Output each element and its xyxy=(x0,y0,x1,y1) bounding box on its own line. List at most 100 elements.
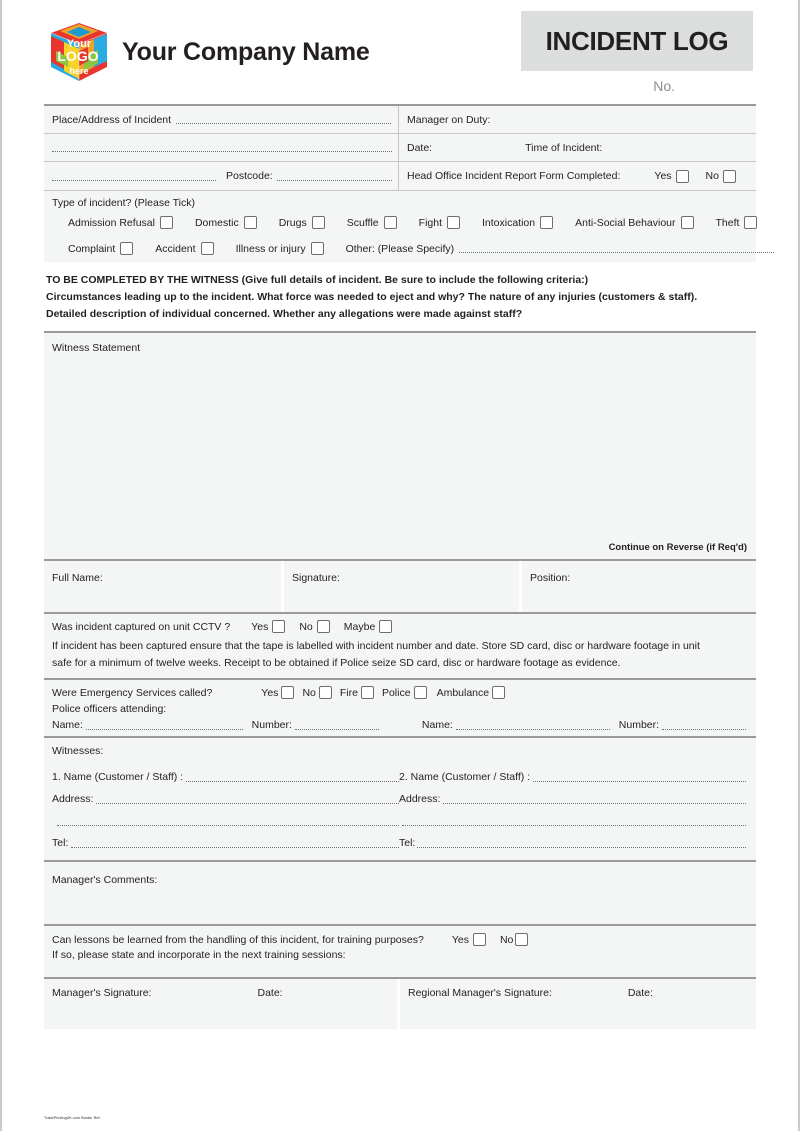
witness-1-column: 1. Name (Customer / Staff) : Address: Te… xyxy=(52,766,399,854)
head-office-no-checkbox[interactable] xyxy=(722,169,736,183)
type-option-intoxication[interactable]: Intoxication xyxy=(482,216,554,229)
witness-2-address-input-2[interactable] xyxy=(402,817,746,826)
manager-comments-body: Manager's Comments: xyxy=(44,862,756,924)
postcode-input[interactable] xyxy=(276,172,392,181)
type-option-complaint[interactable]: Complaint xyxy=(68,242,134,255)
type-option-admission-refusal[interactable]: Admission Refusal xyxy=(68,216,174,229)
witness-2-column: 2. Name (Customer / Staff) : Address: Te… xyxy=(399,766,746,854)
incident-manager-column: Manager on Duty: Date: Time of Incident:… xyxy=(399,106,756,190)
witness-1-tel-input[interactable] xyxy=(71,839,399,848)
type-checkbox-scuffle[interactable] xyxy=(383,216,397,229)
type-checkbox-drugs[interactable] xyxy=(311,216,325,229)
lessons-yes-checkbox[interactable] xyxy=(472,933,486,946)
manager-signature-cell[interactable]: Manager's Signature: Date: xyxy=(44,979,400,1029)
type-label-intoxication: Intoxication xyxy=(482,216,536,229)
witness-1-address-input[interactable] xyxy=(96,795,399,804)
witness-1-tel-row: Tel: xyxy=(52,832,399,854)
emergency-yes-checkbox[interactable] xyxy=(281,686,295,699)
type-label-drugs: Drugs xyxy=(278,216,307,229)
type-checkbox-accident[interactable] xyxy=(200,242,214,255)
page-header: Your LOGO here Your Company Name INCIDEN… xyxy=(2,0,798,104)
cctv-yes-checkbox[interactable] xyxy=(272,620,286,633)
officer2-number-label: Number: xyxy=(618,719,660,731)
cctv-no-checkbox[interactable] xyxy=(316,620,330,633)
type-checkbox-illness-or-injury[interactable] xyxy=(310,242,324,255)
type-option-theft[interactable]: Theft xyxy=(716,216,759,229)
incident-type-heading: Type of incident? (Please Tick) xyxy=(52,197,195,209)
emergency-ambulance-label: Ambulance xyxy=(436,686,490,699)
logo-cube-icon: Your LOGO here xyxy=(50,23,108,81)
emergency-police-checkbox[interactable] xyxy=(413,686,427,699)
type-checkbox-anti-social-behaviour[interactable] xyxy=(680,216,694,229)
officer2-number-input[interactable] xyxy=(662,721,747,730)
incident-type-body: Type of incident? (Please Tick) Admissio… xyxy=(44,191,775,262)
svg-text:here: here xyxy=(69,66,88,76)
type-checkbox-theft[interactable] xyxy=(744,216,758,229)
type-option-drugs[interactable]: Drugs xyxy=(279,216,326,229)
emergency-ambulance-checkbox[interactable] xyxy=(492,686,506,699)
cctv-maybe-label: Maybe xyxy=(343,620,376,633)
lessons-no-checkbox[interactable] xyxy=(515,933,529,946)
type-option-other[interactable]: Other: (Please Specify) xyxy=(346,243,775,255)
manager-on-duty-row: Manager on Duty: xyxy=(399,106,756,134)
emergency-body: Were Emergency Services called? Yes No F… xyxy=(44,680,756,736)
lessons-learned-section: Can lessons be learned from the handling… xyxy=(44,924,756,977)
incident-log-page: Your LOGO here Your Company Name INCIDEN… xyxy=(0,0,800,1131)
officer2-name-label: Name: xyxy=(421,719,453,731)
witness-2-tel-input[interactable] xyxy=(417,839,746,848)
type-option-fight[interactable]: Fight xyxy=(419,216,461,229)
type-other-input[interactable] xyxy=(459,244,775,253)
officer2-name-input[interactable] xyxy=(455,721,610,730)
incident-location-column: Place/Address of Incident Postcode: xyxy=(44,106,399,190)
signature-cell[interactable]: Signature: xyxy=(284,561,522,612)
type-checkbox-complaint[interactable] xyxy=(120,242,134,255)
type-label-accident: Accident xyxy=(155,242,196,255)
type-label-other: Other: (Please Specify) xyxy=(345,242,455,255)
type-option-illness-or-injury[interactable]: Illness or injury xyxy=(236,242,325,255)
witness-2-name-input[interactable] xyxy=(533,773,746,782)
type-checkbox-domestic[interactable] xyxy=(243,216,257,229)
place-address-input[interactable] xyxy=(176,115,392,124)
incident-type-row-1: Admission Refusal Domestic Drugs Scuffle… xyxy=(52,216,758,229)
witness-1-name-input[interactable] xyxy=(186,773,399,782)
witness-1-address-input-2[interactable] xyxy=(57,817,399,826)
cctv-maybe-checkbox[interactable] xyxy=(379,620,393,633)
witness-2-address-input[interactable] xyxy=(443,795,746,804)
type-option-scuffle[interactable]: Scuffle xyxy=(347,216,398,229)
type-checkbox-intoxication[interactable] xyxy=(540,216,554,229)
cctv-body-line-1: If incident has been captured ensure tha… xyxy=(52,640,700,652)
incident-type-section: Type of incident? (Please Tick) Admissio… xyxy=(44,190,775,262)
witness-statement-label: Witness Statement xyxy=(52,342,141,354)
manager-comments-section[interactable]: Manager's Comments: xyxy=(44,860,756,924)
type-checkbox-admission-refusal[interactable] xyxy=(159,216,173,229)
type-option-anti-social-behaviour[interactable]: Anti-Social Behaviour xyxy=(575,216,694,229)
type-option-domestic[interactable]: Domestic xyxy=(195,216,258,229)
head-office-row: Head Office Incident Report Form Complet… xyxy=(399,162,756,190)
emergency-fire-checkbox[interactable] xyxy=(360,686,374,699)
position-cell[interactable]: Position: xyxy=(522,561,756,612)
head-office-no-label: No xyxy=(705,170,719,182)
type-option-accident[interactable]: Accident xyxy=(155,242,214,255)
regional-manager-signature-cell[interactable]: Regional Manager's Signature: Date: xyxy=(400,979,756,1029)
incident-type-row-2: Complaint Accident Illness or injury Oth… xyxy=(52,242,775,255)
address-line2-row xyxy=(44,134,398,162)
officer1-number-label: Number: xyxy=(251,719,292,731)
witness-statement-section[interactable]: Witness Statement Continue on Reverse (i… xyxy=(44,331,756,559)
address-line2-input[interactable] xyxy=(52,143,392,152)
emergency-no-checkbox[interactable] xyxy=(318,686,332,699)
officer1-number-input[interactable] xyxy=(294,721,379,730)
full-name-label: Full Name: xyxy=(52,572,103,584)
instruction-line-2: Circumstances leading up to the incident… xyxy=(46,291,698,303)
type-checkbox-fight[interactable] xyxy=(447,216,460,229)
cctv-question-label: Was incident captured on unit CCTV ? xyxy=(52,620,231,633)
address-line3-input[interactable] xyxy=(52,172,217,181)
approval-signature-row: Manager's Signature: Date: Regional Mana… xyxy=(44,977,756,1029)
witness-instructions: TO BE COMPLETED BY THE WITNESS (Give ful… xyxy=(44,262,756,331)
witness-1-address-row: Address: xyxy=(52,788,399,810)
head-office-yes-checkbox[interactable] xyxy=(675,169,689,183)
type-label-admission-refusal: Admission Refusal xyxy=(68,216,155,229)
witnesses-body: Witnesses: 1. Name (Customer / Staff) : … xyxy=(44,738,756,860)
full-name-cell[interactable]: Full Name: xyxy=(44,561,284,612)
position-label: Position: xyxy=(530,572,571,584)
officer1-name-input[interactable] xyxy=(85,721,243,730)
